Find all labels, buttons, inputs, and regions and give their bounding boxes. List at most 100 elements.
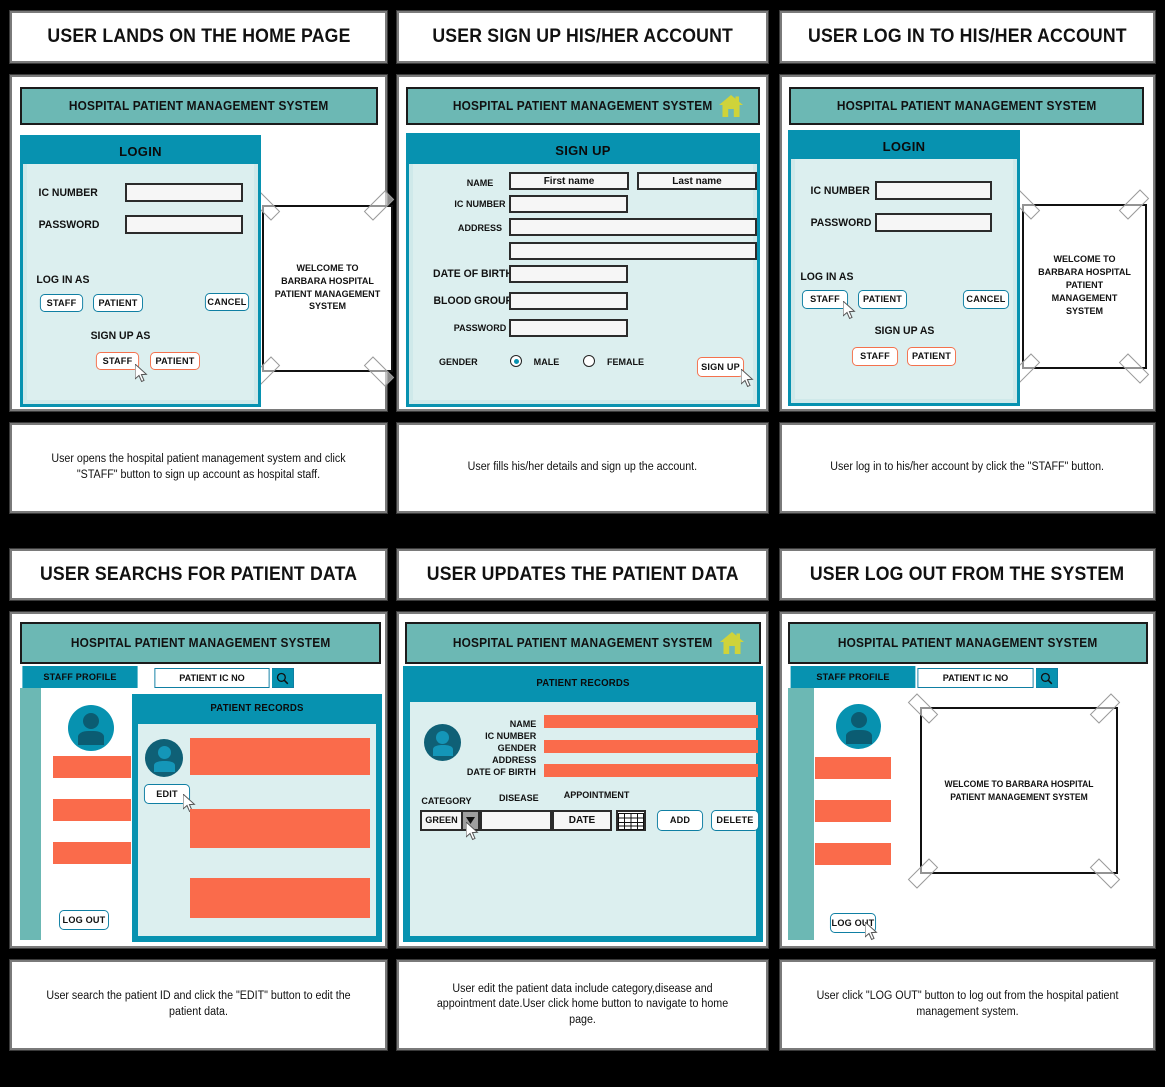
signup-submit-button[interactable]: SIGN UP <box>696 357 745 377</box>
welcome-image-placeholder: WELCOME TO BARBARA HOSPITAL PATIENT MANA… <box>1022 204 1147 369</box>
login-dialog-title: LOGIN <box>791 133 1017 159</box>
address-line2-input[interactable] <box>509 242 757 260</box>
category-select[interactable]: GREEN <box>420 810 480 831</box>
last-name-input[interactable]: Last name <box>637 172 757 190</box>
record-dob-label: DATE OF BIRTH <box>466 767 536 778</box>
blood-group-input[interactable] <box>509 292 628 310</box>
appointment-label: APPOINTMENT <box>563 790 630 801</box>
staff-info-bar <box>53 799 131 821</box>
logout-button[interactable]: LOG OUT <box>829 913 877 933</box>
cancel-button[interactable]: CANCEL <box>962 290 1010 309</box>
ic-number-input[interactable] <box>509 195 628 213</box>
signup-staff-button[interactable]: STAFF <box>95 352 140 370</box>
login-patient-button[interactable]: PATIENT <box>858 290 907 309</box>
chevron-down-icon[interactable] <box>461 812 478 829</box>
patient-search: PATIENT IC NO <box>915 668 1058 688</box>
app-header-bar: HOSPITAL PATIENT MANAGEMENT SYSTEM <box>406 87 760 125</box>
password-input[interactable] <box>875 213 992 232</box>
patient-search-input[interactable]: PATIENT IC NO <box>154 668 270 688</box>
signup-patient-button[interactable]: PATIENT <box>907 347 956 366</box>
staff-profile-tab[interactable]: STAFF PROFILE <box>22 666 138 688</box>
signup-patient-button[interactable]: PATIENT <box>150 352 200 370</box>
signup-as-label: SIGN UP AS <box>90 330 151 342</box>
frame-login-screen: HOSPITAL PATIENT MANAGEMENT SYSTEM WELCO… <box>779 74 1156 412</box>
patient-records-body: EDIT <box>138 724 376 936</box>
password-label: PASSWORD <box>810 217 872 229</box>
frame-signup-screen: HOSPITAL PATIENT MANAGEMENT SYSTEM SIGN … <box>396 74 769 412</box>
staff-profile-tab[interactable]: STAFF PROFILE <box>790 666 916 688</box>
gender-male-radio[interactable] <box>510 355 522 367</box>
record-value-bar <box>544 740 758 753</box>
search-button[interactable] <box>1036 668 1058 688</box>
patient-avatar <box>145 739 183 777</box>
ic-number-label: IC NUMBER <box>810 185 870 197</box>
caption-text: User opens the hospital patient manageme… <box>51 453 346 481</box>
login-dialog: LOGIN IC NUMBER PASSWORD LOG IN AS STAFF… <box>20 135 261 407</box>
dob-input[interactable] <box>509 265 628 283</box>
patient-field-bar <box>190 738 370 775</box>
patient-field-bar <box>190 878 370 918</box>
login-dialog-body: IC NUMBER PASSWORD LOG IN AS STAFF PATIE… <box>795 159 1013 399</box>
password-input[interactable] <box>509 319 628 337</box>
home-icon[interactable] <box>718 94 744 118</box>
name-label: NAME <box>466 178 494 189</box>
frame-caption-login: User log in to his/her account by click … <box>779 422 1156 514</box>
login-staff-button[interactable]: STAFF <box>801 290 849 309</box>
ic-number-label: IC NUMBER <box>454 199 506 210</box>
category-value: GREEN <box>425 815 458 826</box>
edit-button[interactable]: EDIT <box>143 784 191 804</box>
search-icon <box>1040 672 1053 684</box>
record-value-bar <box>544 715 758 728</box>
disease-input[interactable] <box>480 810 552 831</box>
app-title: HOSPITAL PATIENT MANAGEMENT SYSTEM <box>69 99 329 113</box>
login-patient-button[interactable]: PATIENT <box>93 294 143 312</box>
login-dialog: LOGIN IC NUMBER PASSWORD LOG IN AS STAFF… <box>788 130 1020 406</box>
gender-female-radio[interactable] <box>583 355 595 367</box>
address-line1-input[interactable] <box>509 218 757 236</box>
title-text: USER UPDATES THE PATIENT DATA <box>426 563 739 585</box>
caption-text: User log in to his/her account by click … <box>830 461 1105 474</box>
caption-text: User fills his/her details and sign up t… <box>467 461 698 474</box>
password-input[interactable] <box>125 215 243 234</box>
staff-info-bar <box>53 842 131 864</box>
frame-title-login: USER LOG IN TO HIS/HER ACCOUNT <box>779 10 1156 64</box>
patient-records-title: PATIENT RECORDS <box>210 702 304 714</box>
ic-number-input[interactable] <box>125 183 243 202</box>
first-name-input[interactable]: First name <box>509 172 629 190</box>
blood-group-label: BLOOD GROUP <box>433 295 513 307</box>
ic-number-input[interactable] <box>875 181 992 200</box>
cancel-button[interactable]: CANCEL <box>204 293 250 311</box>
signup-staff-button[interactable]: STAFF <box>851 347 899 366</box>
app-title: HOSPITAL PATIENT MANAGEMENT SYSTEM <box>453 636 713 650</box>
login-as-label: LOG IN AS <box>36 274 90 286</box>
search-button[interactable] <box>272 668 294 688</box>
welcome-text: WELCOME TO BARBARA HOSPITAL PATIENT MANA… <box>274 262 381 313</box>
record-gender-label: GENDER <box>497 743 537 754</box>
app-header-bar: HOSPITAL PATIENT MANAGEMENT SYSTEM <box>20 622 381 664</box>
gender-label: GENDER <box>439 357 478 368</box>
title-text: USER LOG IN TO HIS/HER ACCOUNT <box>808 26 1127 47</box>
login-staff-button[interactable]: STAFF <box>39 294 84 312</box>
add-button[interactable]: ADD <box>656 810 704 831</box>
search-placeholder: PATIENT IC NO <box>179 672 245 684</box>
record-address-label: ADDRESS <box>492 755 537 766</box>
frame-title-logout: USER LOG OUT FROM THE SYSTEM <box>779 548 1156 601</box>
logout-button[interactable]: LOG OUT <box>59 910 109 930</box>
appointment-date-input[interactable]: DATE <box>552 810 612 831</box>
app-title: HOSPITAL PATIENT MANAGEMENT SYSTEM <box>70 636 331 650</box>
home-icon[interactable] <box>719 631 745 655</box>
patient-records-body: NAME IC NUMBER GENDER ADDRESS DATE OF BI… <box>410 702 759 936</box>
patient-search-input[interactable]: PATIENT IC NO <box>917 668 1034 688</box>
search-placeholder: PATIENT IC NO <box>942 672 1009 684</box>
calendar-icon[interactable] <box>616 810 646 831</box>
frame-logout-screen: HOSPITAL PATIENT MANAGEMENT SYSTEM STAFF… <box>779 611 1156 949</box>
frame-update-screen: HOSPITAL PATIENT MANAGEMENT SYSTEM PATIE… <box>396 611 769 949</box>
login-dialog-body: IC NUMBER PASSWORD LOG IN AS STAFF PATIE… <box>27 164 254 400</box>
app-title: HOSPITAL PATIENT MANAGEMENT SYSTEM <box>836 99 1097 113</box>
delete-button[interactable]: DELETE <box>711 810 759 831</box>
signup-dialog-title: SIGN UP <box>409 136 757 164</box>
first-name-placeholder: First name <box>543 175 595 187</box>
app-header-bar: HOSPITAL PATIENT MANAGEMENT SYSTEM <box>789 87 1144 125</box>
app-header-bar: HOSPITAL PATIENT MANAGEMENT SYSTEM <box>20 87 378 125</box>
patient-field-bar <box>190 809 370 848</box>
